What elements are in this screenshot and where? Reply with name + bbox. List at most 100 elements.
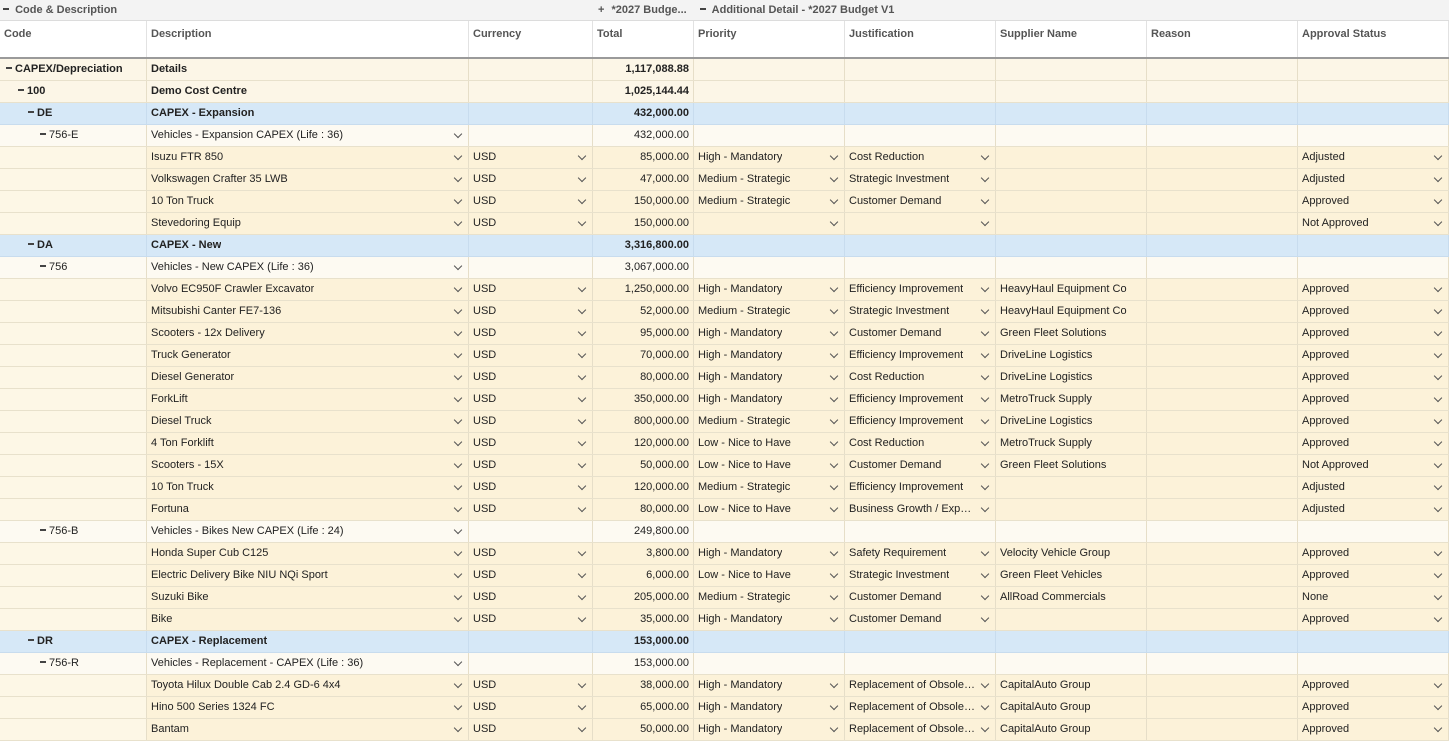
group-row[interactable]: DE CAPEX - Expansion 432,000.00 (0, 103, 1449, 125)
cell-justification-dropdown[interactable]: Strategic Investment (845, 565, 996, 586)
cell-approval-dropdown[interactable]: Approved (1298, 543, 1449, 564)
column-header-justification[interactable]: Justification (845, 21, 996, 57)
cell-desc-dropdown[interactable]: Electric Delivery Bike NIU NQi Sport (147, 565, 469, 586)
cell-justification-dropdown[interactable]: Business Growth / Expan... (845, 499, 996, 520)
cell-currency-dropdown[interactable]: USD (469, 191, 593, 212)
table-row[interactable]: 10 Ton Truck USD 120,000.00 Medium - Strate… (0, 477, 1449, 499)
group-row[interactable]: 756 Vehicles - New CAPEX (Life : 36) 3,067… (0, 257, 1449, 279)
cell-desc-dropdown[interactable]: Fortuna (147, 499, 469, 520)
cell-priority-dropdown[interactable]: High - Mandatory (694, 697, 845, 718)
group-row[interactable]: DA CAPEX - New 3,316,800.00 (0, 235, 1449, 257)
cell-justification-dropdown[interactable]: Cost Reduction (845, 147, 996, 168)
cell-approval-dropdown[interactable]: Not Approved (1298, 213, 1449, 234)
collapse-icon[interactable] (3, 8, 9, 10)
cell-priority-dropdown[interactable]: Low - Nice to Have (694, 455, 845, 476)
table-row[interactable]: Honda Super Cub C125 USD 3,800.00 High - Ma… (0, 543, 1449, 565)
group-row[interactable]: 756-B Vehicles - Bikes New CAPEX (Life : … (0, 521, 1449, 543)
cell-approval-dropdown[interactable]: Approved (1298, 433, 1449, 454)
cell-desc-dropdown[interactable]: Scooters - 15X (147, 455, 469, 476)
collapse-icon[interactable] (6, 67, 12, 69)
cell-currency-dropdown[interactable]: USD (469, 169, 593, 190)
cell-desc-dropdown[interactable]: Volvo EC950F Crawler Excavator (147, 279, 469, 300)
cell-desc-dropdown[interactable]: Scooters - 12x Delivery (147, 323, 469, 344)
column-header-desc[interactable]: Description (147, 21, 469, 57)
cell-currency-dropdown[interactable]: USD (469, 719, 593, 740)
table-row[interactable]: Toyota Hilux Double Cab 2.4 GD-6 4x4 USD 3… (0, 675, 1449, 697)
cell-justification-dropdown[interactable]: Strategic Investment (845, 301, 996, 322)
cell-priority-dropdown[interactable]: High - Mandatory (694, 147, 845, 168)
cell-approval-dropdown[interactable]: Approved (1298, 697, 1449, 718)
group-row[interactable]: CAPEX/Depreciation Details 1,117,088.88 (0, 59, 1449, 81)
cell-priority-dropdown[interactable]: High - Mandatory (694, 719, 845, 740)
cell-currency-dropdown[interactable]: USD (469, 301, 593, 322)
column-header-reason[interactable]: Reason (1147, 21, 1298, 57)
cell-priority-dropdown[interactable]: High - Mandatory (694, 323, 845, 344)
expand-icon[interactable]: + (598, 0, 604, 20)
cell-desc-dropdown[interactable]: Truck Generator (147, 345, 469, 366)
table-row[interactable]: Fortuna USD 80,000.00 Low - Nice to Have Bus… (0, 499, 1449, 521)
cell-priority-dropdown[interactable]: Low - Nice to Have (694, 499, 845, 520)
cell-approval-dropdown[interactable]: None (1298, 587, 1449, 608)
cell-approval-dropdown[interactable]: Approved (1298, 411, 1449, 432)
collapse-icon[interactable] (700, 8, 706, 10)
cell-approval-dropdown[interactable]: Adjusted (1298, 477, 1449, 498)
cell-priority-dropdown[interactable] (694, 213, 845, 234)
cell-priority-dropdown[interactable]: High - Mandatory (694, 389, 845, 410)
cell-justification-dropdown[interactable]: Cost Reduction (845, 433, 996, 454)
table-row[interactable]: Bike USD 35,000.00 High - Mandatory Customer… (0, 609, 1449, 631)
cell-approval-dropdown[interactable]: Approved (1298, 389, 1449, 410)
cell-approval-dropdown[interactable]: Approved (1298, 345, 1449, 366)
cell-priority-dropdown[interactable]: Medium - Strategic (694, 301, 845, 322)
collapse-icon[interactable] (40, 133, 46, 135)
cell-justification-dropdown[interactable]: Customer Demand (845, 609, 996, 630)
collapse-icon[interactable] (40, 265, 46, 267)
cell-desc-dropdown[interactable]: Vehicles - Expansion CAPEX (Life : 36) (147, 125, 469, 146)
cell-currency-dropdown[interactable]: USD (469, 433, 593, 454)
table-row[interactable]: 10 Ton Truck USD 150,000.00 Medium - Strate… (0, 191, 1449, 213)
cell-currency-dropdown[interactable]: USD (469, 279, 593, 300)
cell-approval-dropdown[interactable]: Approved (1298, 719, 1449, 740)
group-row[interactable]: 756-R Vehicles - Replacement - CAPEX (Lif… (0, 653, 1449, 675)
table-row[interactable]: Electric Delivery Bike NIU NQi Sport USD 6… (0, 565, 1449, 587)
cell-approval-dropdown[interactable]: Approved (1298, 565, 1449, 586)
table-row[interactable]: Diesel Generator USD 80,000.00 High - Manda… (0, 367, 1449, 389)
cell-currency-dropdown[interactable]: USD (469, 345, 593, 366)
cell-justification-dropdown[interactable]: Customer Demand (845, 455, 996, 476)
cell-priority-dropdown[interactable]: High - Mandatory (694, 675, 845, 696)
collapse-icon[interactable] (28, 639, 34, 641)
cell-justification-dropdown[interactable]: Strategic Investment (845, 169, 996, 190)
cell-approval-dropdown[interactable]: Approved (1298, 191, 1449, 212)
cell-desc-dropdown[interactable]: Volkswagen Crafter 35 LWB (147, 169, 469, 190)
cell-justification-dropdown[interactable]: Efficiency Improvement (845, 477, 996, 498)
cell-justification-dropdown[interactable]: Replacement of Obsolet... (845, 697, 996, 718)
cell-priority-dropdown[interactable]: Medium - Strategic (694, 411, 845, 432)
cell-desc-dropdown[interactable]: Stevedoring Equip (147, 213, 469, 234)
cell-desc-dropdown[interactable]: Diesel Generator (147, 367, 469, 388)
group-budget[interactable]: + *2027 Budge... (598, 0, 687, 20)
table-row[interactable]: Diesel Truck USD 800,000.00 Medium - Strate… (0, 411, 1449, 433)
cell-justification-dropdown[interactable]: Customer Demand (845, 191, 996, 212)
cell-desc-dropdown[interactable]: Vehicles - New CAPEX (Life : 36) (147, 257, 469, 278)
cell-currency-dropdown[interactable]: USD (469, 213, 593, 234)
cell-justification-dropdown[interactable]: Efficiency Improvement (845, 345, 996, 366)
collapse-icon[interactable] (28, 111, 34, 113)
group-row[interactable]: 756-E Vehicles - Expansion CAPEX (Life : … (0, 125, 1449, 147)
cell-currency-dropdown[interactable]: USD (469, 543, 593, 564)
group-row[interactable]: DR CAPEX - Replacement 153,000.00 (0, 631, 1449, 653)
cell-currency-dropdown[interactable]: USD (469, 565, 593, 586)
cell-desc-dropdown[interactable]: 4 Ton Forklift (147, 433, 469, 454)
cell-justification-dropdown[interactable] (845, 213, 996, 234)
column-header-supplier[interactable]: Supplier Name (996, 21, 1147, 57)
collapse-icon[interactable] (28, 243, 34, 245)
table-row[interactable]: 4 Ton Forklift USD 120,000.00 Low - Nice to… (0, 433, 1449, 455)
cell-priority-dropdown[interactable]: Medium - Strategic (694, 169, 845, 190)
column-header-priority[interactable]: Priority (694, 21, 845, 57)
table-row[interactable]: Scooters - 12x Delivery USD 95,000.00 High … (0, 323, 1449, 345)
cell-justification-dropdown[interactable]: Safety Requirement (845, 543, 996, 564)
cell-currency-dropdown[interactable]: USD (469, 499, 593, 520)
group-code-description[interactable]: Code & Description (3, 0, 117, 20)
cell-priority-dropdown[interactable]: High - Mandatory (694, 543, 845, 564)
column-header-total[interactable]: Total (593, 21, 694, 57)
cell-desc-dropdown[interactable]: Bantam (147, 719, 469, 740)
table-row[interactable]: Suzuki Bike USD 205,000.00 Medium - Strateg… (0, 587, 1449, 609)
